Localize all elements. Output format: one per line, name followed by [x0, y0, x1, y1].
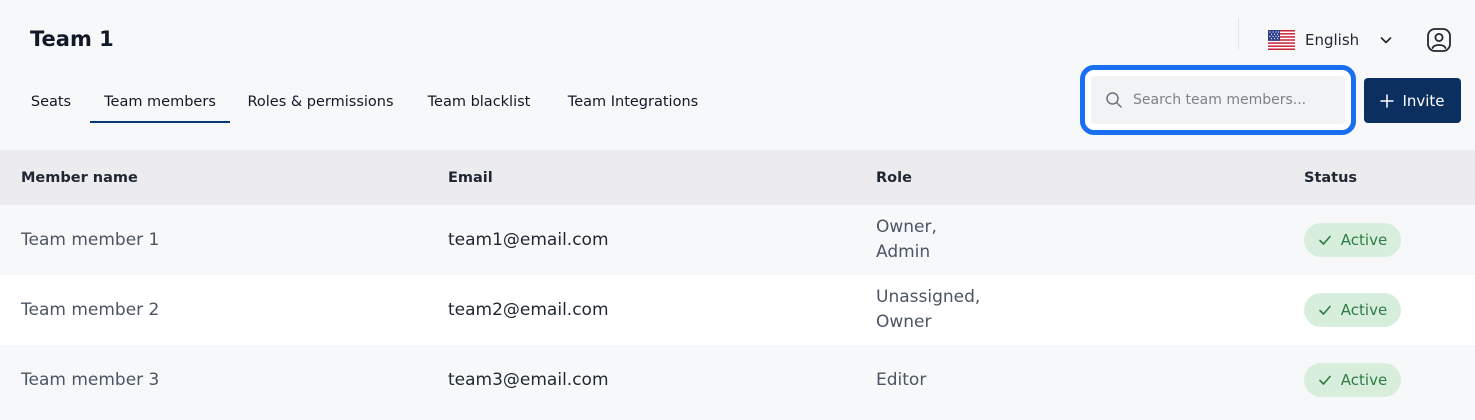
role-line: Owner	[876, 312, 932, 332]
search-field[interactable]	[1091, 76, 1345, 124]
check-icon	[1318, 305, 1331, 315]
status-label: Active	[1340, 231, 1388, 249]
members-table: Member name Email Role Status Team membe…	[0, 150, 1475, 415]
search-icon	[1106, 92, 1122, 108]
search-box	[1080, 65, 1356, 135]
member-role: Editor	[876, 345, 926, 415]
column-header-email[interactable]: Email	[448, 150, 493, 205]
tab-seats[interactable]: Seats	[18, 80, 84, 123]
page-title: Team 1	[30, 27, 114, 51]
tab-team-members[interactable]: Team members	[90, 80, 230, 123]
table-row[interactable]: Team member 3 team3@email.com Editor Act…	[0, 345, 1475, 415]
member-name: Team member 2	[21, 300, 160, 320]
column-header-role[interactable]: Role	[876, 150, 912, 205]
plus-icon	[1380, 93, 1395, 108]
status-badge: Active	[1304, 363, 1401, 397]
member-name: Team member 3	[21, 370, 160, 390]
check-icon	[1318, 235, 1331, 245]
invite-button[interactable]: Invite	[1364, 78, 1461, 123]
member-role: Owner, Admin	[876, 205, 937, 275]
column-header-status[interactable]: Status	[1304, 150, 1357, 205]
language-selector[interactable]: English	[1268, 28, 1393, 52]
role-line: Unassigned,	[876, 287, 981, 307]
status-badge: Active	[1304, 223, 1401, 257]
tab-team-integrations[interactable]: Team Integrations	[556, 80, 710, 123]
member-email: team3@email.com	[448, 370, 609, 390]
member-email: team2@email.com	[448, 300, 609, 320]
user-profile-icon[interactable]	[1426, 27, 1452, 53]
us-flag-icon	[1268, 30, 1295, 50]
tab-team-blacklist[interactable]: Team blacklist	[414, 80, 544, 123]
role-line: Admin	[876, 242, 931, 262]
member-role: Unassigned, Owner	[876, 275, 980, 345]
member-name: Team member 1	[21, 230, 160, 250]
table-header: Member name Email Role Status	[0, 150, 1475, 205]
language-label: English	[1305, 31, 1360, 49]
table-row[interactable]: Team member 1 team1@email.com Owner, Adm…	[0, 205, 1475, 275]
status-label: Active	[1340, 301, 1388, 319]
status-label: Active	[1340, 371, 1388, 389]
role-line: Editor	[876, 369, 927, 390]
check-icon	[1318, 375, 1331, 385]
invite-button-label: Invite	[1402, 91, 1445, 110]
table-row[interactable]: Team member 2 team2@email.com Unassigned…	[0, 275, 1475, 345]
tab-roles-permissions[interactable]: Roles & permissions	[238, 80, 403, 123]
role-line: Owner,	[876, 217, 937, 237]
member-email: team1@email.com	[448, 230, 609, 250]
chevron-down-icon	[1380, 37, 1392, 44]
column-header-member-name[interactable]: Member name	[21, 150, 138, 205]
status-badge: Active	[1304, 293, 1401, 327]
header-divider	[1238, 18, 1239, 50]
search-input[interactable]	[1133, 92, 1333, 108]
